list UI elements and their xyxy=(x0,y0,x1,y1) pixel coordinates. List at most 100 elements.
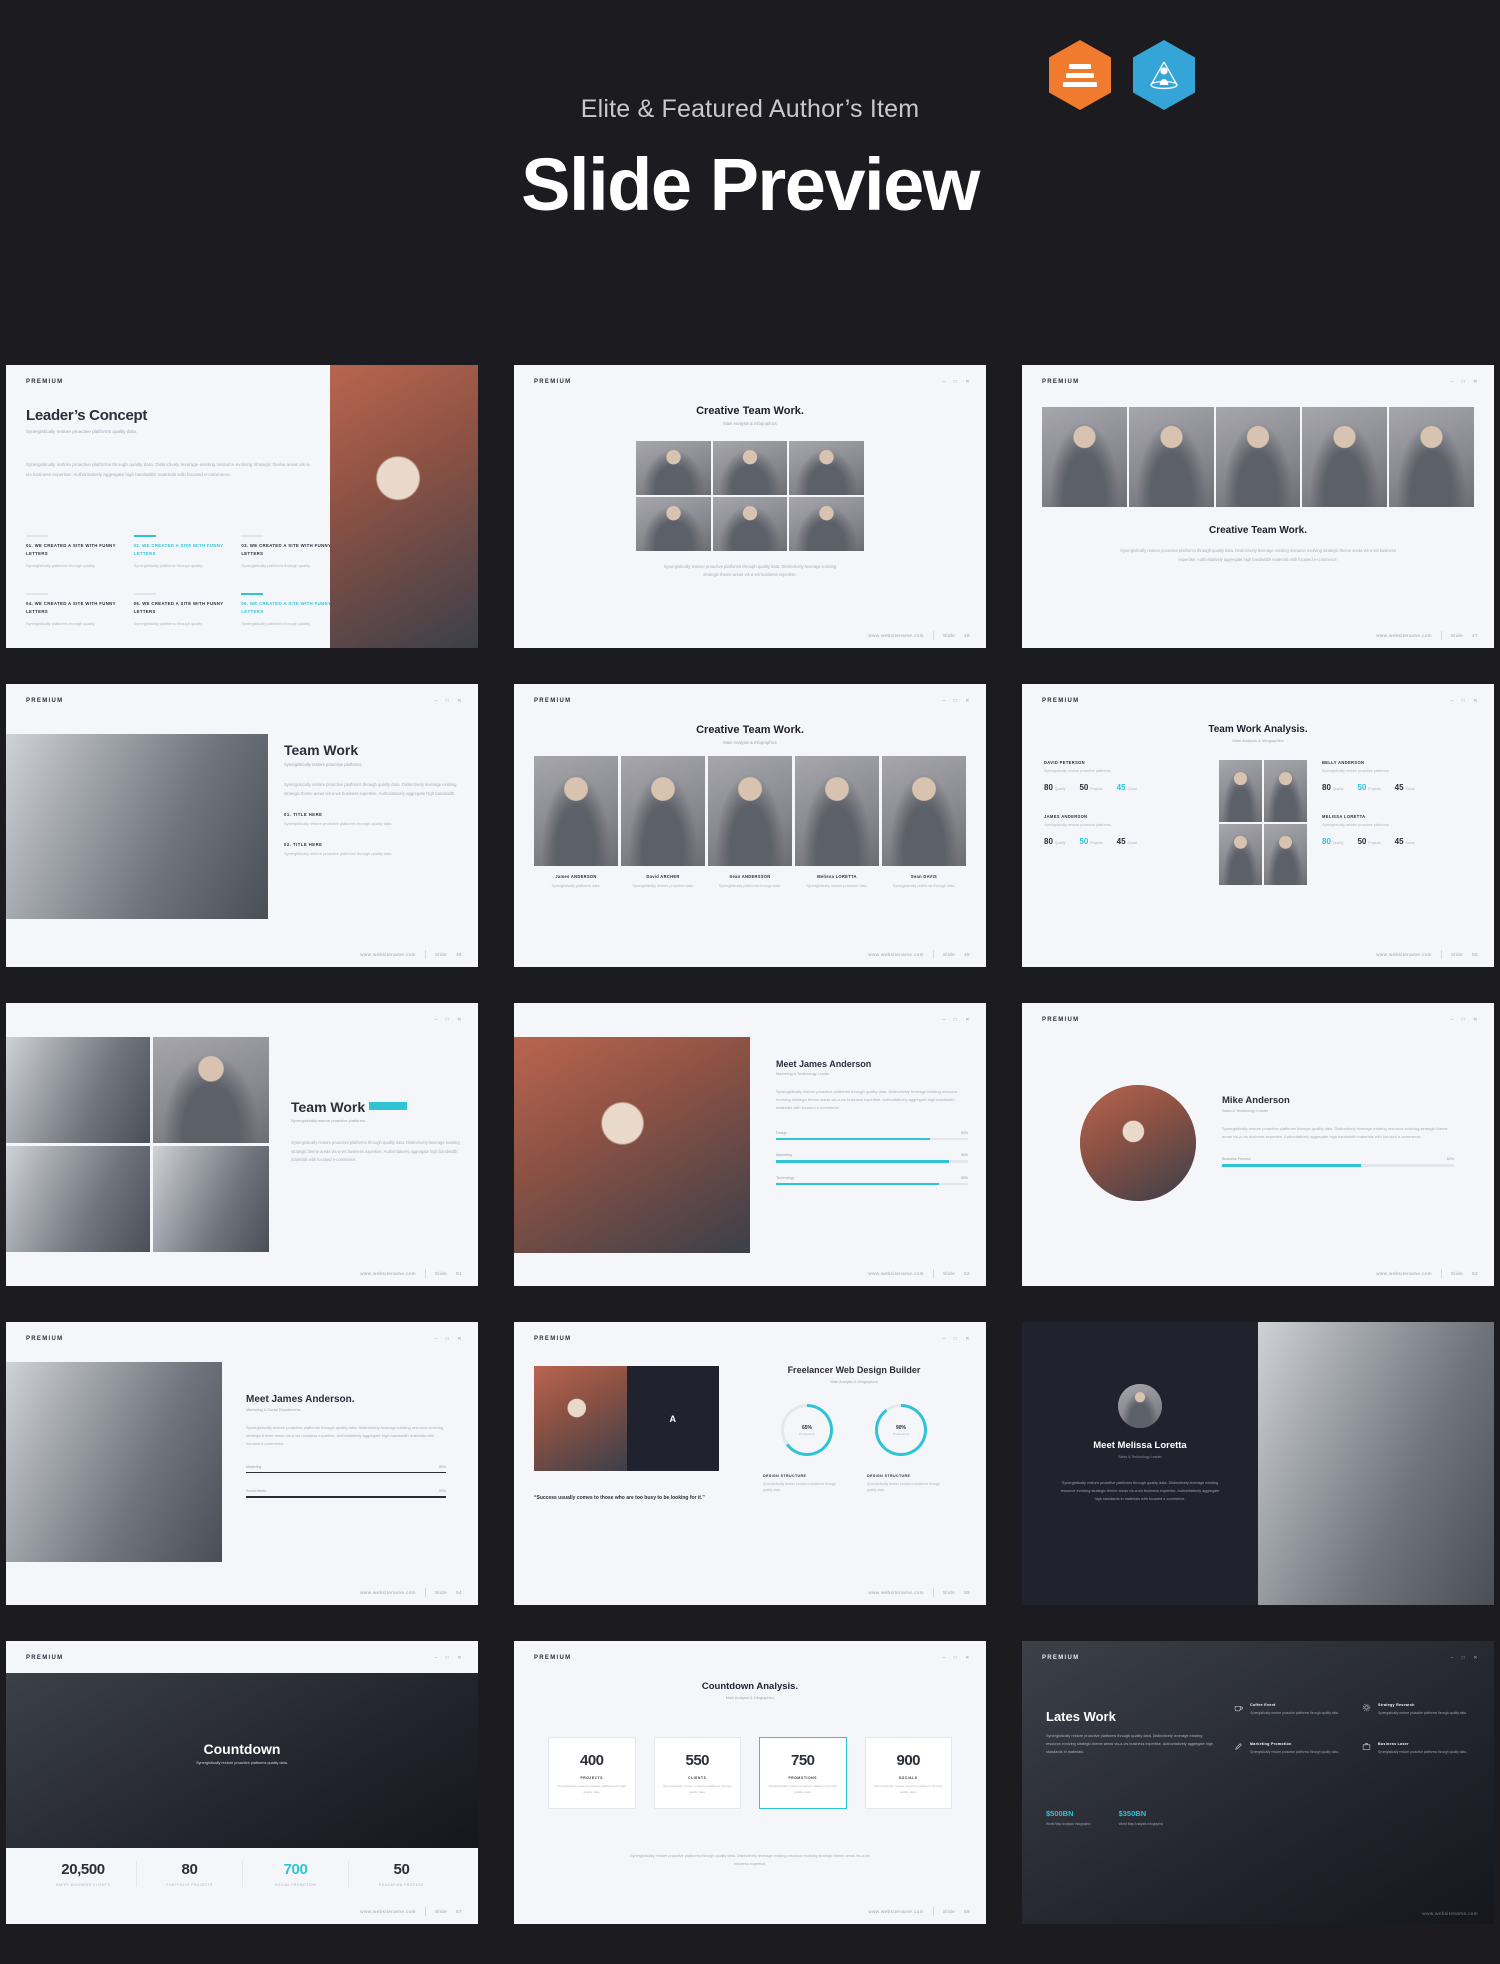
maximize-icon[interactable]: □ xyxy=(1462,1017,1466,1023)
slide-thumbnail-meet-james-anderson-plain[interactable]: PREMIUM – □ ✕ Meet James Anderson. Marke… xyxy=(6,1322,478,1605)
window-controls[interactable]: – □ ✕ xyxy=(1450,1017,1478,1023)
window-controls[interactable]: – □ ✕ xyxy=(942,379,970,385)
slide-thumbnail-creative-team-work-people[interactable]: PREMIUM – □ ✕ Creative Team Work. Main A… xyxy=(514,684,986,967)
maximize-icon[interactable]: □ xyxy=(954,379,958,385)
feature-desc: Synergistically platforms through qualit… xyxy=(26,562,96,568)
close-icon[interactable]: ✕ xyxy=(457,1655,462,1661)
minimize-icon[interactable]: – xyxy=(1450,1017,1453,1023)
minimize-icon[interactable]: – xyxy=(434,698,437,704)
slide-thumbnail-freelancer-web-design-builder[interactable]: PREMIUM – □ ✕ A “Success usually comes t… xyxy=(514,1322,986,1605)
slide-thumbnail-meet-james-anderson-bars[interactable]: – □ ✕ Meet James Anderson Marketing & Te… xyxy=(514,1003,986,1286)
stat-value: 45 xyxy=(1116,782,1126,792)
slide-thumbnail-leaders-concept[interactable]: PREMIUM – □ ✕ Leader’s Concept Synergist… xyxy=(6,365,478,648)
stacked-bars-badge[interactable] xyxy=(1049,40,1111,110)
slide-thumbnail-creative-team-work-grid[interactable]: PREMIUM – □ ✕ Creative Team Work. Main A… xyxy=(514,365,986,648)
slide-number: 47 xyxy=(1472,633,1478,638)
member-name: Melissa LORETTA xyxy=(817,874,857,879)
minimize-icon[interactable]: – xyxy=(942,698,945,704)
close-icon[interactable]: ✕ xyxy=(457,1017,462,1023)
minimize-icon[interactable]: – xyxy=(1450,698,1453,704)
slide-thumbnail-team-work-collage[interactable]: – □ ✕ Team Work Synergistically restore … xyxy=(6,1003,478,1286)
feature-title: WE CREATED A SITE WITH FUNNY LETTERS xyxy=(26,601,116,615)
slide-thumbnail-creative-team-work-banner[interactable]: PREMIUM – □ ✕ Creative Team Work. Synerg… xyxy=(1022,365,1494,648)
slide-thumbnail-team-work[interactable]: PREMIUM – □ ✕ Team Work Synergistically … xyxy=(6,684,478,967)
skill-row: Technology 85% xyxy=(776,1176,968,1186)
maximize-icon[interactable]: □ xyxy=(446,1017,450,1023)
slide-thumbnail-countdown[interactable]: PREMIUM – □ ✕ Countdown Synergistically … xyxy=(6,1641,478,1924)
feature-title: Strategy Research xyxy=(1378,1703,1415,1707)
maximize-icon[interactable]: □ xyxy=(446,698,450,704)
slide-thumbnail-meet-melissa-loretta[interactable]: Meet Melissa Loretta Sales & Technology … xyxy=(1022,1322,1494,1605)
minimize-icon[interactable]: – xyxy=(434,1017,437,1023)
maximize-icon[interactable]: □ xyxy=(446,1655,450,1661)
window-controls[interactable]: – □ ✕ xyxy=(434,698,462,704)
window-controls[interactable]: – □ ✕ xyxy=(942,1336,970,1342)
team-photo xyxy=(1042,407,1127,507)
maximize-icon[interactable]: □ xyxy=(1462,379,1466,385)
window-controls[interactable]: – □ ✕ xyxy=(434,1017,462,1023)
slide-thumbnail-countdown-analysis[interactable]: PREMIUM – □ ✕ Countdown Analysis. Main A… xyxy=(514,1641,986,1924)
maximize-icon[interactable]: □ xyxy=(954,1655,958,1661)
close-icon[interactable]: ✕ xyxy=(1473,698,1478,704)
slide-footer: www.websitename.com Slide 48 xyxy=(360,950,462,959)
window-controls[interactable]: – □ ✕ xyxy=(434,1336,462,1342)
slide-thumbnail-team-work-analysis[interactable]: PREMIUM – □ ✕ Team Work Analysis. Main A… xyxy=(1022,684,1494,967)
badge-group xyxy=(1049,40,1195,110)
minimize-icon[interactable]: – xyxy=(434,1336,437,1342)
window-controls[interactable]: – □ ✕ xyxy=(1450,698,1478,704)
slide-premium-label: PREMIUM xyxy=(26,1655,64,1661)
slide-number: 52 xyxy=(964,1271,970,1276)
window-controls[interactable]: – □ ✕ xyxy=(942,1655,970,1661)
stat-value: 80 xyxy=(1322,782,1331,792)
maximize-icon[interactable]: □ xyxy=(954,1017,958,1023)
slide-number: 54 xyxy=(456,1590,462,1595)
stat-cell: 700 SOCIAL PROMOTION xyxy=(242,1861,348,1887)
slide-subtitle: Main Analysis & Infographics xyxy=(830,1380,878,1385)
slide-footer: www.websitename.com Slide 47 xyxy=(1376,631,1478,640)
maximize-icon[interactable]: □ xyxy=(1462,698,1466,704)
slide-thumbnail-lates-work[interactable]: PREMIUM – □ ✕ Lates Work Synergistically… xyxy=(1022,1641,1494,1924)
minimize-icon[interactable]: – xyxy=(942,379,945,385)
feature-num: 01. xyxy=(26,543,34,548)
close-icon[interactable]: ✕ xyxy=(965,1017,970,1023)
minimize-icon[interactable]: – xyxy=(942,1336,945,1342)
member-name: MELISSA LORETTA xyxy=(1322,813,1366,819)
slide-subtitle: Main Analysis & Infographics xyxy=(725,1696,775,1700)
close-icon[interactable]: ✕ xyxy=(1473,379,1478,385)
close-icon[interactable]: ✕ xyxy=(457,1336,462,1342)
stat-desc: Synergistically restore proactive platfo… xyxy=(768,1784,838,1794)
window-controls[interactable]: – □ ✕ xyxy=(942,1017,970,1023)
team-photo xyxy=(1219,760,1262,822)
close-icon[interactable]: ✕ xyxy=(965,379,970,385)
window-controls[interactable]: – □ ✕ xyxy=(1450,1655,1478,1661)
slide-thumbnail-mike-anderson[interactable]: PREMIUM – □ ✕ Mike Anderson Sales & Tech… xyxy=(1022,1003,1494,1286)
maximize-icon[interactable]: □ xyxy=(954,698,958,704)
minimize-icon[interactable]: – xyxy=(1450,1655,1453,1661)
skill-label: Business Process xyxy=(1222,1157,1251,1162)
slide-body: Synergistically restore proactive platfo… xyxy=(776,1089,958,1111)
window-controls[interactable]: – □ ✕ xyxy=(1450,379,1478,385)
window-controls[interactable]: – □ ✕ xyxy=(942,698,970,704)
presenter-badge[interactable] xyxy=(1133,40,1195,110)
skill-value: 90% xyxy=(438,1489,446,1494)
maximize-icon[interactable]: □ xyxy=(954,1336,958,1342)
close-icon[interactable]: ✕ xyxy=(1473,1017,1478,1023)
minimize-icon[interactable]: – xyxy=(942,1017,945,1023)
pencil-icon xyxy=(1235,1743,1242,1750)
stat-cell: 20,500 HAPPY BUSINESS CLIENTS xyxy=(30,1861,136,1887)
close-icon[interactable]: ✕ xyxy=(1473,1655,1478,1661)
caption-title: DESIGN STRUCTURE xyxy=(763,1474,807,1479)
close-icon[interactable]: ✕ xyxy=(965,1336,970,1342)
minimize-icon[interactable]: – xyxy=(434,1655,437,1661)
close-icon[interactable]: ✕ xyxy=(965,698,970,704)
close-icon[interactable]: ✕ xyxy=(965,1655,970,1661)
minimize-icon[interactable]: – xyxy=(1450,379,1453,385)
slide-body: Synergistically restore proactive platfo… xyxy=(1046,1734,1213,1754)
slide-title: Lates Work xyxy=(1046,1709,1116,1724)
maximize-icon[interactable]: □ xyxy=(1462,1655,1466,1661)
maximize-icon[interactable]: □ xyxy=(446,1336,450,1342)
window-controls[interactable]: – □ ✕ xyxy=(434,1655,462,1661)
close-icon[interactable]: ✕ xyxy=(457,698,462,704)
stat-value: 80 xyxy=(181,1861,198,1878)
minimize-icon[interactable]: – xyxy=(942,1655,945,1661)
